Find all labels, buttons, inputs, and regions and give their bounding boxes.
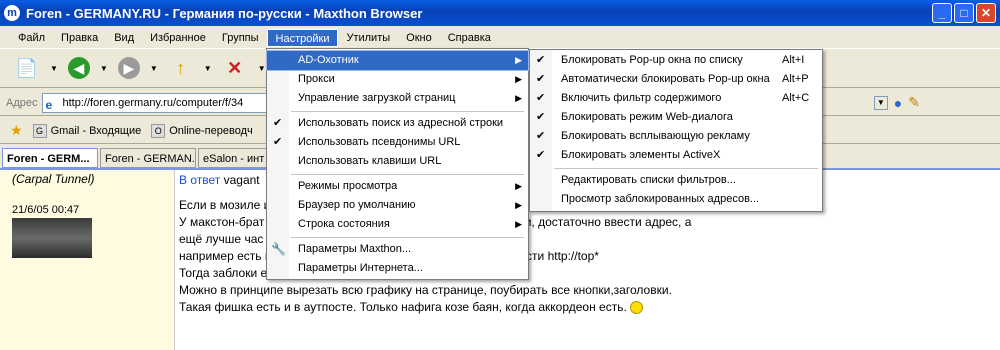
check-icon: ✔ bbox=[536, 111, 546, 123]
menu-block-popup-list[interactable]: ✔ Блокировать Pop-up окна по списку Alt+I bbox=[530, 51, 822, 70]
menu-view[interactable]: Вид bbox=[106, 29, 142, 47]
menu-content-filter[interactable]: ✔ Включить фильтр содержимого Alt+C bbox=[530, 89, 822, 108]
stop-icon[interactable]: ✕ bbox=[222, 55, 248, 81]
menu-auto-block-popup[interactable]: ✔ Автоматически блокировать Pop-up окна Al… bbox=[530, 70, 822, 89]
tab-foren-2[interactable]: Foren - GERMAN... bbox=[100, 148, 196, 168]
fav-label: Online-переводч bbox=[169, 124, 253, 137]
address-url: http://foren.germany.ru/computer/f/34 bbox=[62, 96, 244, 109]
reply-link[interactable]: В ответ bbox=[179, 173, 220, 187]
menu-status-bar[interactable]: Строка состояния ▶ bbox=[267, 215, 528, 234]
minimize-button[interactable]: _ bbox=[932, 3, 952, 23]
new-page-icon[interactable]: 📄 bbox=[14, 55, 40, 81]
reply-user: vagant bbox=[223, 173, 260, 187]
address-right-tools: ▼ ● ✎ bbox=[873, 94, 920, 111]
submenu-arrow-icon: ▶ bbox=[515, 55, 522, 65]
menu-maxthon-options[interactable]: 🔧 Параметры Maxthon... bbox=[267, 240, 528, 259]
submenu-arrow-icon: ▶ bbox=[515, 200, 522, 210]
menu-bar: Файл Правка Вид Избранное Группы Настрой… bbox=[0, 28, 1000, 48]
menu-url-keys[interactable]: Использовать клавиши URL bbox=[267, 152, 528, 171]
ad-hunter-submenu: ✔ Блокировать Pop-up окна по списку Alt+I … bbox=[529, 49, 823, 212]
menu-settings[interactable]: Настройки bbox=[266, 29, 339, 47]
stop-dropdown-icon[interactable]: ▼ bbox=[258, 64, 266, 73]
check-icon: ✔ bbox=[536, 92, 546, 104]
submenu-arrow-icon: ▶ bbox=[515, 181, 522, 191]
author-rank: (Carpal Tunnel) bbox=[12, 172, 95, 186]
up-folder-icon[interactable]: ↑ bbox=[168, 55, 194, 81]
maximize-button[interactable]: □ bbox=[954, 3, 974, 23]
menu-block-floating-ads[interactable]: ✔ Блокировать всплывающую рекламу bbox=[530, 127, 822, 146]
menu-page-load[interactable]: Управление загрузкой страниц ▶ bbox=[267, 89, 528, 108]
check-icon: ✔ bbox=[536, 149, 546, 161]
submenu-arrow-icon: ▶ bbox=[515, 74, 522, 84]
back-icon[interactable]: ◀ bbox=[67, 57, 90, 79]
gmail-icon: G bbox=[32, 123, 47, 138]
smiley-icon bbox=[630, 301, 644, 315]
address-input[interactable]: e http://foren.germany.ru/computer/f/34 bbox=[41, 92, 267, 113]
menu-groups[interactable]: Группы bbox=[214, 29, 267, 47]
menu-view-modes[interactable]: Режимы просмотра ▶ bbox=[267, 177, 528, 196]
avatar bbox=[12, 218, 92, 258]
up-dropdown-icon[interactable]: ▼ bbox=[204, 64, 212, 73]
menu-edit[interactable]: Правка bbox=[53, 29, 106, 47]
menu-proxy[interactable]: Прокси ▶ bbox=[267, 70, 528, 89]
check-icon: ✔ bbox=[536, 130, 546, 142]
check-icon: ✔ bbox=[273, 136, 283, 148]
new-dropdown-icon[interactable]: ▼ bbox=[50, 64, 58, 73]
submenu-arrow-icon: ▶ bbox=[515, 219, 522, 229]
check-icon: ✔ bbox=[536, 54, 546, 66]
window-title: Foren - GERMANY.RU - Германия по-русски … bbox=[26, 5, 423, 21]
globe-icon[interactable]: ● bbox=[894, 95, 902, 111]
ie-page-icon: e bbox=[45, 97, 53, 112]
menu-window[interactable]: Окно bbox=[398, 29, 440, 47]
forward-dropdown-icon[interactable]: ▼ bbox=[150, 64, 158, 73]
menu-block-activex[interactable]: ✔ Блокировать элементы ActiveX bbox=[530, 146, 822, 165]
menu-block-web-dialog[interactable]: ✔ Блокировать режим Web-диалога bbox=[530, 108, 822, 127]
menu-file[interactable]: Файл bbox=[10, 29, 53, 47]
menu-address-search[interactable]: ✔ Использовать поиск из адресной строки bbox=[267, 114, 528, 133]
submenu-arrow-icon: ▶ bbox=[515, 93, 522, 103]
fav-label: Gmail - Входящие bbox=[50, 124, 142, 137]
tab-foren-1[interactable]: Foren - GERM... bbox=[2, 148, 98, 168]
settings-menu: AD-Охотник ▶ Прокси ▶ Управление загрузкой… bbox=[266, 48, 529, 280]
fav-online[interactable]: O Online-переводч bbox=[151, 123, 253, 138]
forward-icon[interactable]: ▶ bbox=[117, 57, 140, 79]
fav-gmail[interactable]: G Gmail - Входящие bbox=[32, 123, 142, 138]
star-icon[interactable]: ★ bbox=[10, 122, 23, 139]
post-line: Можно в принципе вырезать всю графику на… bbox=[179, 283, 672, 297]
menu-utilities[interactable]: Утилиты bbox=[338, 29, 398, 47]
highlight-icon[interactable]: ✎ bbox=[908, 94, 920, 111]
maxthon-logo-icon: m bbox=[4, 5, 20, 21]
menu-favorites[interactable]: Избранное bbox=[142, 29, 214, 47]
wrench-icon: 🔧 bbox=[271, 242, 286, 256]
post-line: Такая фишка есть и в аутпосте. Только на… bbox=[179, 300, 627, 314]
menu-url-aliases[interactable]: ✔ Использовать псевдонимы URL bbox=[267, 133, 528, 152]
menu-view-blocked[interactable]: Просмотр заблокированных адресов... bbox=[530, 190, 822, 209]
post-date: 21/6/05 00:47 bbox=[12, 204, 80, 216]
close-button[interactable]: ✕ bbox=[976, 3, 996, 23]
menu-ad-hunter[interactable]: AD-Охотник ▶ bbox=[266, 50, 529, 71]
menu-internet-options[interactable]: Параметры Интернета... bbox=[267, 259, 528, 278]
author-column: (Carpal Tunnel) 21/6/05 00:47 bbox=[0, 170, 175, 350]
address-dropdown-icon[interactable]: ▼ bbox=[873, 95, 888, 110]
check-icon: ✔ bbox=[273, 117, 283, 129]
menu-edit-filters[interactable]: Редактировать списки фильтров... bbox=[530, 171, 822, 190]
title-bar: m Foren - GERMANY.RU - Германия по-русск… bbox=[0, 0, 1000, 26]
back-dropdown-icon[interactable]: ▼ bbox=[100, 64, 108, 73]
menu-default-browser[interactable]: Браузер по умолчанию ▶ bbox=[267, 196, 528, 215]
address-label: Адрес bbox=[6, 96, 38, 109]
check-icon: ✔ bbox=[536, 73, 546, 85]
online-icon: O bbox=[151, 123, 166, 138]
menu-help[interactable]: Справка bbox=[440, 29, 499, 47]
